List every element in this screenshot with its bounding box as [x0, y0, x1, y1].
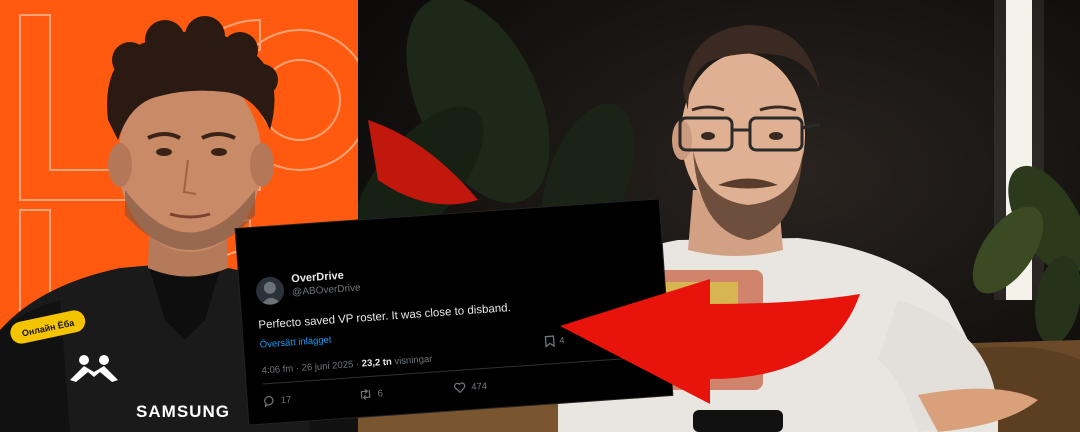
reply-button[interactable]: 17 [263, 389, 359, 408]
reply-icon [263, 395, 276, 408]
tweet-views-count: 23,2 tn [361, 356, 393, 370]
repost-count: 6 [377, 387, 384, 400]
like-count: 474 [470, 380, 488, 393]
jersey-sponsor-text: SAMSUNG [136, 402, 230, 421]
tweet-views-label: visningar [391, 353, 433, 368]
tweet-text: Perfecto saved VP roster. It was close t… [258, 302, 512, 332]
tweet-handle: @ABOverDrive [291, 282, 361, 299]
tweet-time: 4:06 fm · 26 juni 2025 · [261, 358, 363, 377]
heart-icon [453, 381, 467, 394]
translate-link[interactable]: Översätt inlägget [259, 335, 331, 351]
reply-count: 17 [280, 394, 292, 406]
like-button[interactable]: 474 [453, 376, 549, 395]
repost-button[interactable]: 6 [358, 382, 454, 401]
red-arrow-icon [560, 279, 860, 404]
tweet-display-name: OverDrive [290, 269, 345, 286]
bookmark-icon [544, 335, 556, 348]
tweet-avatar [255, 275, 286, 306]
repost-icon [358, 388, 373, 401]
